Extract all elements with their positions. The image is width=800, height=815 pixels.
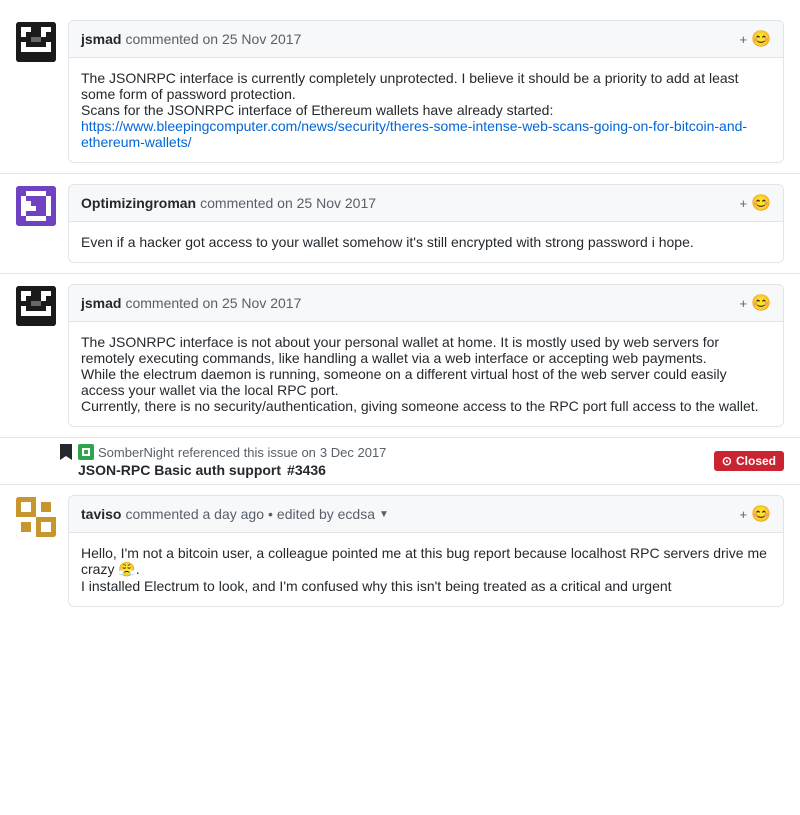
comment-1-header: jsmad commented on 25 Nov 2017 + 😊 xyxy=(69,21,783,58)
comment-block-2: Optimizingroman commented on 25 Nov 2017… xyxy=(0,173,800,273)
comment-3-para-2: While the electrum daemon is running, so… xyxy=(81,366,771,398)
comment-3-para-3: Currently, there is no security/authenti… xyxy=(81,398,771,414)
reference-issue-number[interactable]: #3436 xyxy=(287,462,326,478)
avatar-jsmad-1 xyxy=(16,22,56,62)
comment-3-date: commented on 25 Nov 2017 xyxy=(125,295,301,311)
closed-circle-icon: ⊙ xyxy=(722,454,732,468)
reference-block: SomberNight referenced this issue on 3 D… xyxy=(0,437,800,484)
comment-2-header: Optimizingroman commented on 25 Nov 2017… xyxy=(69,185,783,222)
reference-username[interactable]: SomberNight xyxy=(98,445,174,460)
bookmark-icon xyxy=(60,444,72,460)
comment-3-actions: + 😊 xyxy=(739,293,771,313)
reference-issue-title-row: JSON-RPC Basic auth support #3436 xyxy=(78,462,386,478)
comment-2-date: commented on 25 Nov 2017 xyxy=(200,195,376,211)
comment-2-actions: + 😊 xyxy=(739,193,771,213)
closed-badge-label: Closed xyxy=(736,454,776,468)
comment-1-username[interactable]: jsmad xyxy=(81,31,121,47)
comment-3-header: jsmad commented on 25 Nov 2017 + 😊 xyxy=(69,285,783,322)
closed-badge: ⊙ Closed xyxy=(714,451,784,471)
comment-3-para-1: The JSONRPC interface is not about your … xyxy=(81,334,771,366)
comment-4-plus[interactable]: + xyxy=(739,507,747,522)
comment-1-emoji[interactable]: 😊 xyxy=(751,29,771,49)
comment-4-date: commented a day ago xyxy=(125,506,264,522)
comment-4-header-left: taviso commented a day ago • edited by e… xyxy=(81,506,389,522)
comment-2-username[interactable]: Optimizingroman xyxy=(81,195,196,211)
comment-4-edited: edited by ecdsa xyxy=(277,506,375,522)
comment-3-box: jsmad commented on 25 Nov 2017 + 😊 The J… xyxy=(68,284,784,427)
comment-3-header-left: jsmad commented on 25 Nov 2017 xyxy=(81,295,301,311)
reference-date: 3 Dec 2017 xyxy=(320,445,387,460)
avatar-jsmad-2 xyxy=(16,286,56,326)
comment-3-username[interactable]: jsmad xyxy=(81,295,121,311)
reference-content: SomberNight referenced this issue on 3 D… xyxy=(78,444,784,478)
comment-4-para-1: Hello, I'm not a bitcoin user, a colleag… xyxy=(81,545,771,578)
comment-4-bullet: • xyxy=(268,506,273,522)
comment-4-box: taviso commented a day ago • edited by e… xyxy=(68,495,784,607)
comment-1-plus[interactable]: + xyxy=(739,32,747,47)
reference-issue-title: JSON-RPC Basic auth support xyxy=(78,462,281,478)
comment-1-para-1: The JSONRPC interface is currently compl… xyxy=(81,70,771,102)
comment-1-box: jsmad commented on 25 Nov 2017 + 😊 The J… xyxy=(68,20,784,163)
avatar-optimizing xyxy=(16,186,56,226)
comment-3-plus[interactable]: + xyxy=(739,296,747,311)
comment-2-plus[interactable]: + xyxy=(739,196,747,211)
comments-page: jsmad commented on 25 Nov 2017 + 😊 The J… xyxy=(0,0,800,627)
comment-3-body: The JSONRPC interface is not about your … xyxy=(69,322,783,426)
comment-1-para-3: https://www.bleepingcomputer.com/news/se… xyxy=(81,118,771,150)
comment-1-date: commented on 25 Nov 2017 xyxy=(125,31,301,47)
comment-3-emoji[interactable]: 😊 xyxy=(751,293,771,313)
comment-4-body: Hello, I'm not a bitcoin user, a colleag… xyxy=(69,533,783,606)
comment-2-body: Even if a hacker got access to your wall… xyxy=(69,222,783,262)
comment-2-box: Optimizingroman commented on 25 Nov 2017… xyxy=(68,184,784,263)
comment-block-1: jsmad commented on 25 Nov 2017 + 😊 The J… xyxy=(0,10,800,173)
comment-2-emoji[interactable]: 😊 xyxy=(751,193,771,213)
comment-1-actions: + 😊 xyxy=(739,29,771,49)
reference-action: referenced this issue on xyxy=(178,445,316,460)
comment-block-4: taviso commented a day ago • edited by e… xyxy=(0,484,800,617)
chevron-down-icon: ▼ xyxy=(379,509,389,520)
comment-1-para-2: Scans for the JSONRPC interface of Ether… xyxy=(81,102,771,118)
comment-2-header-left: Optimizingroman commented on 25 Nov 2017 xyxy=(81,195,376,211)
sombernight-avatar-icon xyxy=(78,444,94,460)
reference-text: SomberNight referenced this issue on 3 D… xyxy=(78,444,386,460)
comment-4-para-2: I installed Electrum to look, and I'm co… xyxy=(81,578,771,594)
comment-4-header: taviso commented a day ago • edited by e… xyxy=(69,496,783,533)
comment-1-body: The JSONRPC interface is currently compl… xyxy=(69,58,783,162)
comment-4-actions: + 😊 xyxy=(739,504,771,524)
avatar-taviso xyxy=(16,497,56,537)
comment-block-3: jsmad commented on 25 Nov 2017 + 😊 The J… xyxy=(0,273,800,437)
comment-4-emoji[interactable]: 😊 xyxy=(751,504,771,524)
comment-1-link[interactable]: https://www.bleepingcomputer.com/news/se… xyxy=(81,118,747,150)
reference-title-row: SomberNight referenced this issue on 3 D… xyxy=(78,444,386,478)
comment-2-para-1: Even if a hacker got access to your wall… xyxy=(81,234,771,250)
comment-1-header-left: jsmad commented on 25 Nov 2017 xyxy=(81,31,301,47)
comment-4-username[interactable]: taviso xyxy=(81,506,121,522)
